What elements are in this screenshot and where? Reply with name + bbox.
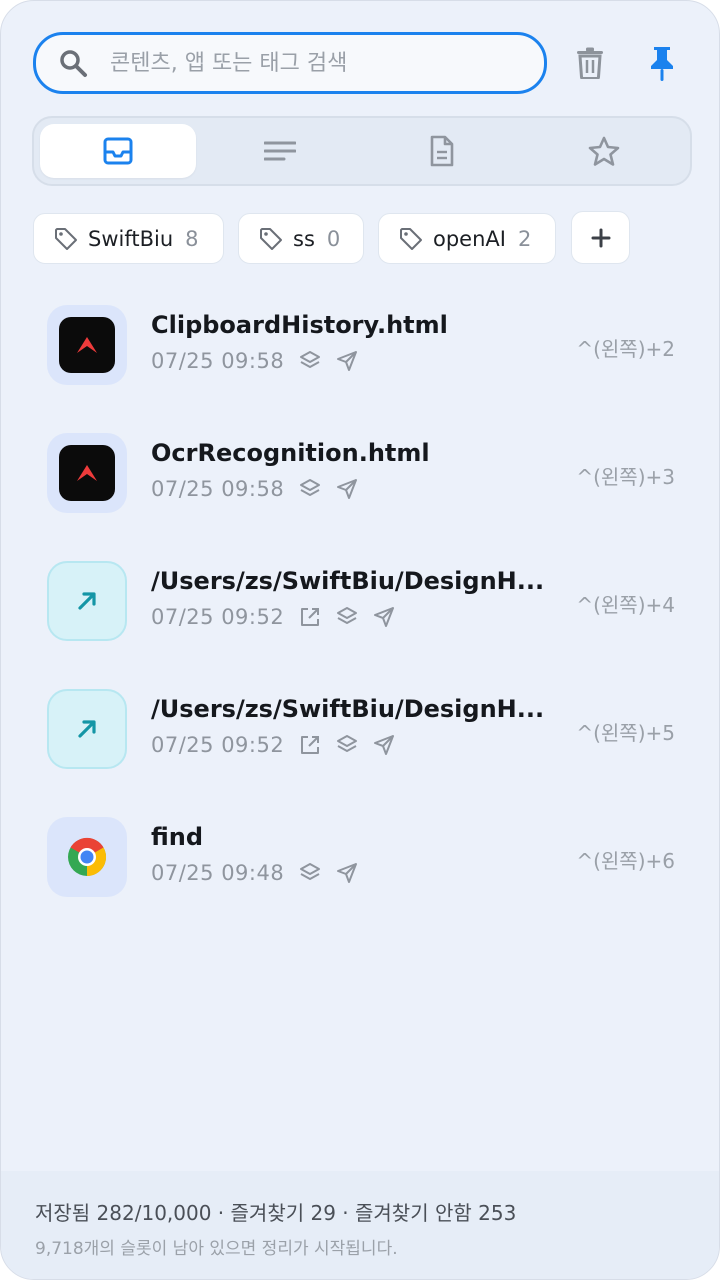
layers-icon[interactable] (298, 349, 322, 373)
tag-count: 2 (517, 226, 532, 251)
item-time: 07/25 09:58 (151, 349, 285, 373)
link-arrow-icon (47, 689, 127, 769)
inbox-icon (103, 137, 133, 165)
search-box[interactable] (33, 32, 547, 94)
clipboard-item[interactable]: /Users/zs/SwiftBiu/DesignH... 07/25 09:5… (1, 673, 719, 801)
send-icon[interactable] (335, 349, 359, 373)
storage-stats: 저장됨 282/10,000 · 즐겨찾기 29 · 즐겨찾기 안함 253 (35, 1201, 517, 1225)
send-icon[interactable] (372, 605, 396, 629)
tag-chip[interactable]: openAI 2 (378, 213, 556, 264)
item-shortcut: ^(왼쪽)+3 (576, 465, 675, 489)
star-icon (588, 136, 620, 166)
tab-favorites[interactable] (526, 124, 682, 178)
tab-files[interactable] (364, 124, 520, 178)
clipboard-item[interactable]: OcrRecognition.html 07/25 09:58 ^(왼쪽)+3 (1, 417, 719, 545)
layers-icon[interactable] (298, 861, 322, 885)
cleanup-hint: 9,718개의 슬롯이 남아 있으면 정리가 시작됩니다. (35, 1239, 398, 1259)
tag-label: SwiftBiu (88, 226, 174, 251)
item-time: 07/25 09:52 (151, 605, 285, 629)
item-title: /Users/zs/SwiftBiu/DesignH... (151, 695, 545, 723)
item-time: 07/25 09:52 (151, 733, 285, 757)
open-external-icon[interactable] (298, 733, 322, 757)
tag-icon (260, 227, 282, 250)
delete-button[interactable] (573, 45, 607, 81)
item-title: find (151, 823, 204, 851)
send-icon[interactable] (335, 477, 359, 501)
tag-label: ss (293, 226, 315, 251)
item-shortcut: ^(왼쪽)+6 (576, 849, 675, 873)
item-shortcut: ^(왼쪽)+4 (576, 593, 675, 617)
tag-count: 8 (185, 226, 199, 251)
send-icon[interactable] (335, 861, 359, 885)
tag-icon (400, 227, 422, 250)
chrome-icon (47, 817, 127, 897)
layers-icon[interactable] (335, 605, 359, 629)
tag-chip[interactable]: ss 0 (238, 213, 364, 264)
app-logo-icon (47, 433, 127, 513)
clipboard-item[interactable]: find 07/25 09:48 ^(왼쪽)+6 (1, 801, 719, 929)
item-title: ClipboardHistory.html (151, 311, 448, 339)
item-shortcut: ^(왼쪽)+2 (576, 337, 675, 361)
search-icon (60, 50, 87, 77)
text-lines-icon (264, 141, 296, 161)
item-shortcut: ^(왼쪽)+5 (576, 721, 675, 745)
tag-label: openAI (433, 226, 506, 251)
pin-button[interactable] (645, 45, 679, 83)
search-input[interactable] (108, 49, 512, 77)
add-tag-button[interactable] (571, 211, 630, 264)
item-time: 07/25 09:48 (151, 861, 285, 885)
trash-icon (577, 47, 603, 79)
tag-icon (55, 227, 77, 250)
document-icon (430, 135, 454, 167)
tag-chip[interactable]: SwiftBiu 8 (33, 213, 224, 264)
send-icon[interactable] (372, 733, 396, 757)
layers-icon[interactable] (335, 733, 359, 757)
pin-icon (651, 47, 673, 81)
filter-tab-bar (32, 116, 692, 186)
clipboard-item[interactable]: ClipboardHistory.html 07/25 09:58 ^(왼쪽)+… (1, 289, 719, 417)
clipboard-item[interactable]: /Users/zs/SwiftBiu/DesignH... 07/25 09:5… (1, 545, 719, 673)
tag-count: 0 (326, 226, 341, 251)
tab-text[interactable] (202, 124, 358, 178)
link-arrow-icon (47, 561, 127, 641)
plus-icon (591, 228, 610, 247)
open-external-icon[interactable] (298, 605, 322, 629)
app-logo-icon (47, 305, 127, 385)
item-title: OcrRecognition.html (151, 439, 430, 467)
layers-icon[interactable] (298, 477, 322, 501)
item-title: /Users/zs/SwiftBiu/DesignH... (151, 567, 545, 595)
clipboard-window: SwiftBiu 8 ss 0 openAI 2 (0, 0, 720, 1280)
item-time: 07/25 09:58 (151, 477, 285, 501)
tab-all[interactable] (40, 124, 196, 178)
status-footer: 저장됨 282/10,000 · 즐겨찾기 29 · 즐겨찾기 안함 253 9… (1, 1171, 719, 1279)
